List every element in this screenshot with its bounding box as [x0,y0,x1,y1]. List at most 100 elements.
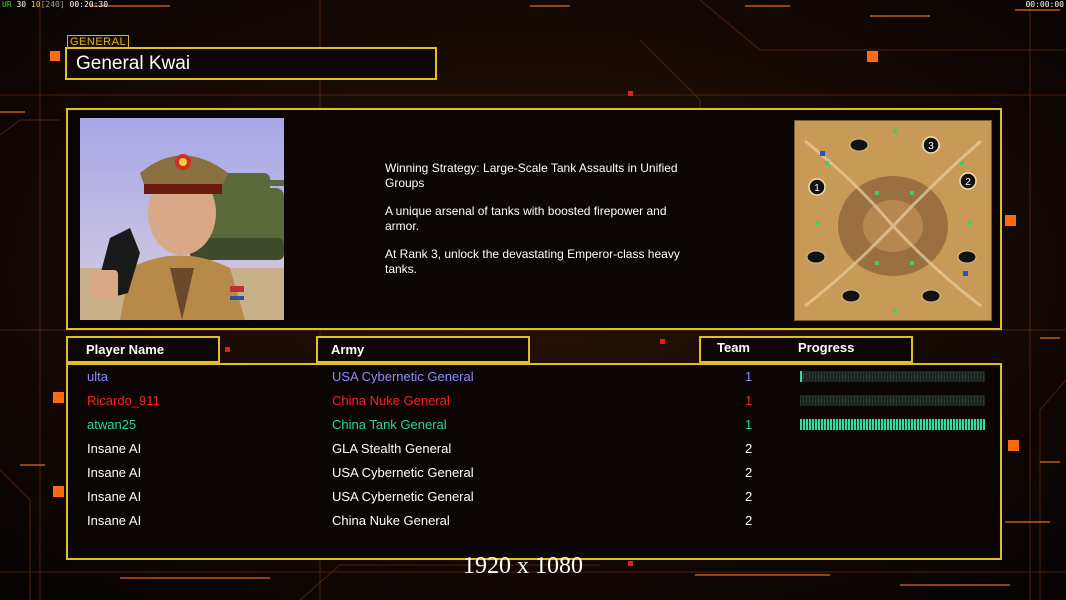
player-team: 2 [745,465,753,480]
progress-fill [953,419,955,430]
strategy-line-1: Winning Strategy: Large-Scale Tank Assau… [385,161,678,190]
progress-fill [956,419,958,430]
table-row: Insane AI China Nuke General 2 [68,510,1000,534]
player-army: China Nuke General [332,393,450,408]
progress-fill [896,419,898,430]
progress-fill [962,419,964,430]
player-army: China Nuke General [332,513,450,528]
column-header-player-name: Player Name [66,336,220,363]
progress-fill [923,419,925,430]
progress-bar [800,371,985,382]
player-name: Ricardo_911 [87,393,160,408]
player-name: Insane AI [87,489,142,504]
progress-fill [812,419,814,430]
progress-fill [983,419,985,430]
progress-fill [908,419,910,430]
progress-fill [869,419,871,430]
progress-fill [914,419,916,430]
progress-fill [980,419,982,430]
start-marker-3: 3 [928,141,934,152]
progress-fill [827,419,829,430]
strategy-line-3: At Rank 3, unlock the devastating Empero… [385,247,680,276]
player-roster: ulta USA Cybernetic General 1 Ricardo_911 Ch… [66,363,1002,560]
player-army: USA Cybernetic General [332,465,474,480]
fps-label: UR [2,0,12,9]
progress-bar [800,419,985,430]
table-row: Insane AI USA Cybernetic General 2 [68,486,1000,510]
game-clock: 00:20:30 [69,0,109,9]
progress-fill [929,419,931,430]
player-name: Insane AI [87,465,142,480]
column-label-army: Army [331,342,365,357]
progress-fill [911,419,913,430]
player-name: Insane AI [87,441,142,456]
progress-fill [977,419,979,430]
progress-fill [899,419,901,430]
table-row: Insane AI USA Cybernetic General 2 [68,462,1000,486]
progress-fill [905,419,907,430]
strategy-line-2: A unique arsenal of tanks with boosted f… [385,204,667,233]
progress-fill [971,419,973,430]
table-row: atwan25 China Tank General 1 [68,414,1000,438]
progress-fill [881,419,883,430]
progress-fill [932,419,934,430]
progress-fill [890,419,892,430]
progress-fill [917,419,919,430]
column-label-player: Player Name [86,342,165,357]
resolution-label: 1920 x 1080 [463,553,583,579]
column-header-army: Army [316,336,530,363]
progress-fill [950,419,952,430]
progress-fill [893,419,895,430]
progress-fill [944,419,946,430]
progress-fill [959,419,961,430]
player-army: GLA Stealth General [332,441,452,456]
player-army: China Tank General [332,417,447,432]
progress-fill [806,419,808,430]
map-preview: 1 2 3 [794,120,992,321]
progress-fill [851,419,853,430]
progress-fill [974,419,976,430]
right-clock: 00:00:00 [1025,0,1064,9]
column-label-team: Team [717,340,750,355]
fps-value: 30 [16,0,27,9]
fps-extra: [240] [40,0,65,9]
general-portrait [80,118,284,320]
progress-fill [902,419,904,430]
progress-fill [860,419,862,430]
progress-fill [800,371,802,382]
progress-fill [809,419,811,430]
progress-fill [941,419,943,430]
column-label-progress: Progress [798,340,855,355]
progress-fill [863,419,865,430]
fps-limit: 10 [30,0,41,9]
progress-fill [842,419,844,430]
general-title-box: General Kwai [65,47,437,80]
start-marker-2: 2 [965,177,971,188]
progress-fill [887,419,889,430]
progress-fill [815,419,817,430]
progress-fill [920,419,922,430]
progress-fill [857,419,859,430]
progress-fill [872,419,874,430]
progress-fill [947,419,949,430]
progress-fill [884,419,886,430]
player-name: atwan25 [87,417,137,432]
progress-fill [836,419,838,430]
player-army: USA Cybernetic General [332,369,474,384]
player-team: 2 [745,441,753,456]
progress-fill [818,419,820,430]
player-team: 2 [745,513,753,528]
player-army: USA Cybernetic General [332,489,474,504]
progress-fill [848,419,850,430]
progress-fill [866,419,868,430]
player-team: 1 [745,393,753,408]
player-name: Insane AI [87,513,142,528]
fps-counter: UR 30 10[240] 00:20:30 [2,0,108,9]
progress-fill [839,419,841,430]
progress-fill [968,419,970,430]
table-row: ulta USA Cybernetic General 1 [68,366,1000,390]
progress-fill [926,419,928,430]
progress-fill [824,419,826,430]
progress-fill [854,419,856,430]
column-header-team-progress: Team Progress [699,336,913,363]
